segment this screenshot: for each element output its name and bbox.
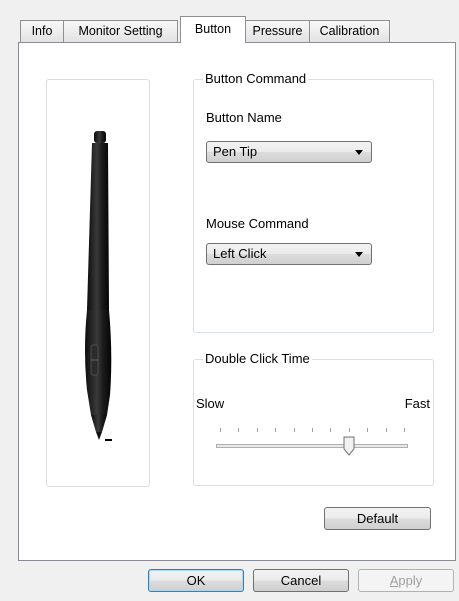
double-click-time-legend: Double Click Time: [203, 351, 312, 366]
slider-tick: [275, 428, 277, 432]
slider-thumb[interactable]: [343, 436, 355, 456]
double-click-time-group: Double Click Time Slow Fast: [193, 351, 434, 486]
button-name-dropdown[interactable]: Pen Tip: [206, 141, 372, 163]
slow-label: Slow: [196, 396, 225, 411]
mouse-command-dropdown[interactable]: Left Click: [206, 243, 372, 265]
slider-tick: [312, 428, 313, 432]
apply-button[interactable]: Apply: [358, 569, 454, 592]
fast-label: Fast: [404, 396, 430, 411]
double-click-time-slider[interactable]: [216, 426, 408, 458]
slider-track: [216, 444, 408, 448]
button-name-label: Button Name: [206, 110, 282, 125]
chevron-down-icon: [355, 252, 363, 257]
mouse-command-value: Left Click: [213, 246, 267, 261]
pen-preview: [46, 79, 150, 487]
slider-tick: [385, 428, 387, 432]
tab-calibration[interactable]: Calibration: [309, 20, 390, 42]
slider-tick: [367, 428, 369, 432]
default-button[interactable]: Default: [324, 507, 431, 530]
button-name-value: Pen Tip: [213, 144, 258, 159]
mouse-command-label: Mouse Command: [206, 216, 309, 231]
pen-icon: [85, 131, 112, 441]
chevron-down-icon: [355, 150, 363, 155]
button-command-group: Button Command Button Name Pen Tip Mouse…: [193, 71, 434, 333]
slider-tick: [348, 428, 350, 432]
slider-tick: [404, 428, 405, 432]
ok-button[interactable]: OK: [148, 569, 244, 592]
slider-tick: [220, 428, 221, 432]
tab-button[interactable]: Button: [180, 16, 246, 43]
cancel-button[interactable]: Cancel: [253, 569, 349, 592]
tab-pressure[interactable]: Pressure: [245, 20, 310, 42]
slider-tick: [330, 428, 332, 432]
tab-panel-button: Button Command Button Name Pen Tip Mouse…: [18, 42, 456, 561]
tab-info[interactable]: Info: [20, 20, 64, 42]
tab-monitor-setting[interactable]: Monitor Setting: [63, 20, 178, 42]
slider-tick: [238, 428, 240, 432]
button-command-legend: Button Command: [203, 71, 309, 86]
slider-tick: [293, 428, 295, 432]
slider-tick: [256, 428, 258, 432]
